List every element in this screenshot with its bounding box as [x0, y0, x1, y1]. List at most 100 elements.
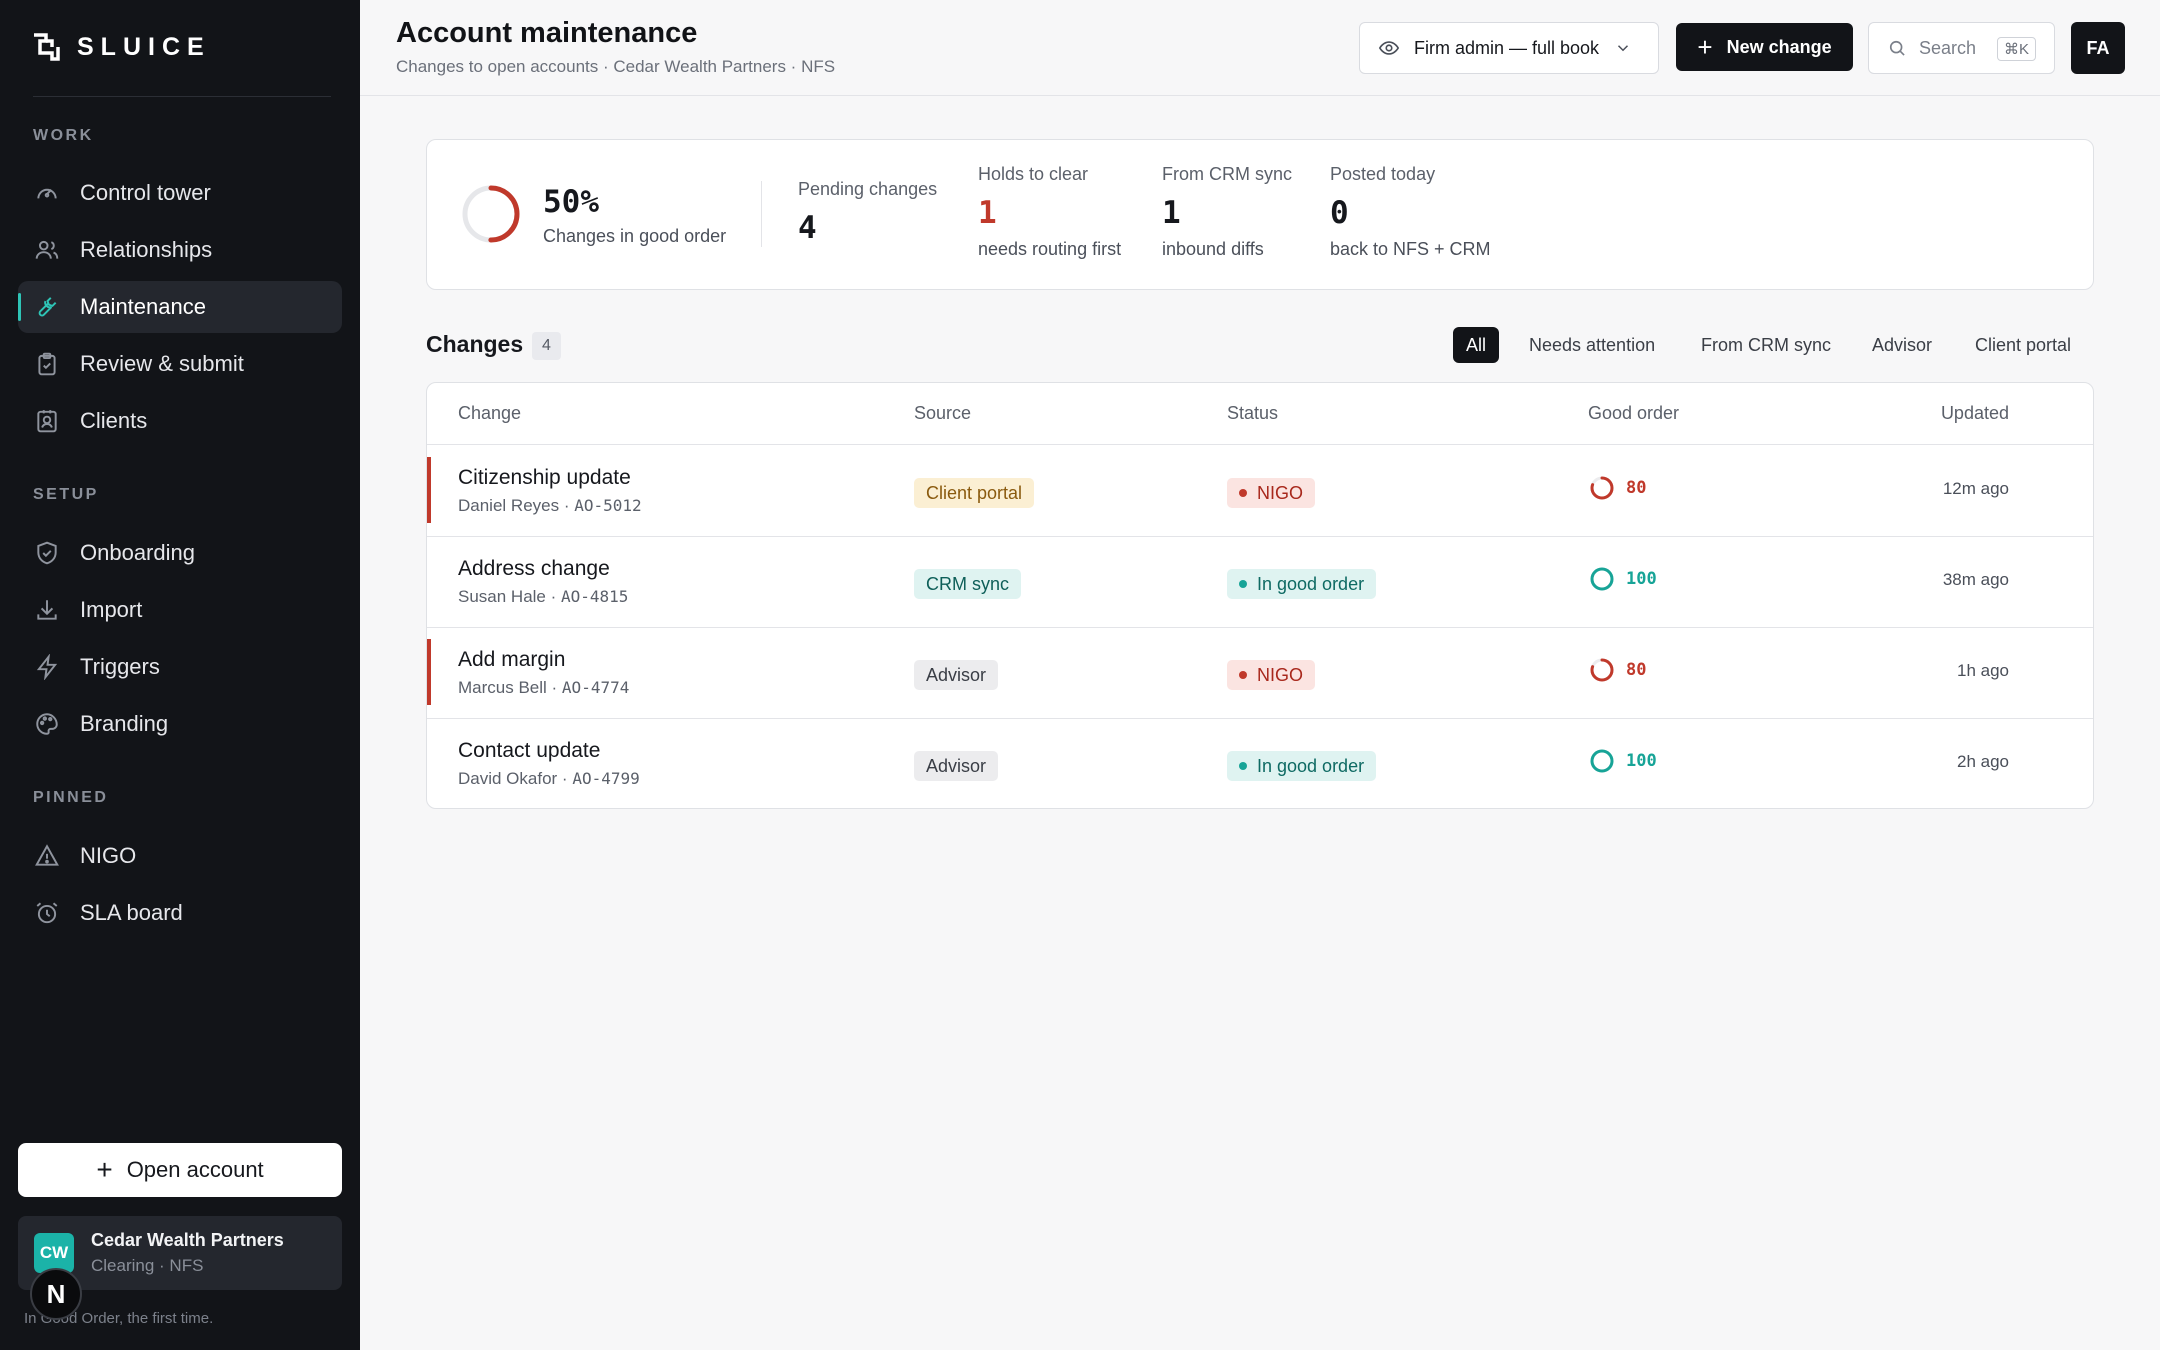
n-badge[interactable]: N [30, 1268, 82, 1320]
stat-holds-to-clear: Holds to clear 1 needs routing first [978, 164, 1121, 260]
status-badge: In good order [1227, 751, 1377, 781]
attention-flag [427, 639, 431, 705]
status-badge: NIGO [1227, 478, 1316, 508]
stat-note: back to NFS + CRM [1330, 239, 1491, 259]
section-label-setup: SETUP [33, 486, 99, 503]
brand[interactable]: SLUICE [31, 32, 211, 62]
updated-time: 38m ago [1942, 570, 2009, 589]
new-change-button[interactable]: + New change [1676, 23, 1853, 71]
changes-count-badge: 4 [532, 332, 561, 360]
updated-time: 1h ago [1957, 661, 2009, 680]
stat-value: 0 [1330, 195, 1349, 231]
table-row[interactable]: Citizenship update Daniel Reyes · AO-5012… [427, 445, 2093, 537]
updated-time: 2h ago [1957, 752, 2009, 771]
table-row[interactable]: Address change Susan Hale · AO-4815 CRM sy… [427, 536, 2093, 628]
column-header-good-order[interactable]: Good order [1588, 403, 1679, 424]
good-order-gauge [462, 185, 520, 243]
column-header-updated[interactable]: Updated [1941, 403, 2009, 424]
page-title: Account maintenance [396, 17, 698, 49]
table-row[interactable]: Contact update David Okafor · AO-4799 Advi… [427, 718, 2093, 808]
stat-label: Posted today [1330, 164, 1436, 184]
status-dot [1239, 580, 1247, 588]
section-label-pinned: PINNED [33, 789, 109, 806]
sidebar-item-import[interactable]: Import [18, 584, 342, 636]
stat-label: Pending changes [798, 179, 938, 199]
account-id: AO-4815 [561, 587, 629, 606]
sidebar-item-sla-board[interactable]: SLA board [18, 887, 342, 939]
shield-check-icon [34, 540, 60, 566]
score-ring-icon [1590, 567, 1614, 591]
change-title[interactable]: Address change [458, 557, 610, 581]
view-selector[interactable]: Firm admin — full book [1359, 22, 1659, 74]
column-header-change[interactable]: Change [458, 403, 521, 424]
filter-from-crm-sync[interactable]: From CRM sync [1688, 327, 1844, 363]
client-name: Marcus Bell [458, 678, 547, 697]
filter-client-portal[interactable]: Client portal [1962, 327, 2084, 363]
stat-note: needs routing first [978, 239, 1122, 259]
org-avatar: CW [34, 1233, 74, 1273]
palette-icon [34, 711, 60, 737]
sidebar-item-nigo[interactable]: NIGO [18, 830, 342, 882]
sidebar-item-maintenance[interactable]: Maintenance [18, 281, 342, 333]
separator: · [546, 678, 562, 697]
good-order-score: 100 [1588, 747, 1657, 775]
updated-time: 12m ago [1942, 479, 2009, 498]
status-dot [1239, 671, 1247, 679]
client-name: Daniel Reyes [458, 496, 560, 515]
filter-needs-attention[interactable]: Needs attention [1516, 327, 1668, 363]
filter-advisor[interactable]: Advisor [1859, 327, 1945, 363]
sidebar-item-review-submit[interactable]: Review & submit [18, 338, 342, 390]
brand-name: SLUICE [77, 32, 211, 61]
client-name: Susan Hale [458, 587, 546, 606]
sidebar-item-label: Control tower [80, 180, 211, 205]
divider [761, 181, 762, 247]
sidebar-item-label: Review & submit [80, 351, 244, 376]
user-avatar[interactable]: FA [2071, 22, 2125, 74]
sidebar-item-triggers[interactable]: Triggers [18, 641, 342, 693]
score-value: 80 [1626, 478, 1647, 498]
sidebar-item-label: Onboarding [80, 540, 195, 565]
view-selector-label: Firm admin — full book [1414, 37, 1600, 58]
stat-pending-changes: Pending changes 4 [798, 179, 937, 246]
filter-all[interactable]: All [1453, 327, 1500, 363]
warning-icon [34, 843, 60, 869]
change-meta: Marcus Bell · AO-4774 [458, 678, 629, 698]
eye-icon [1378, 37, 1400, 59]
client-name: David Okafor [458, 769, 558, 788]
open-account-button[interactable]: + Open account [18, 1143, 342, 1197]
org-name: Cedar Wealth Partners [91, 1230, 284, 1250]
sidebar-item-control-tower[interactable]: Control tower [18, 167, 342, 219]
status-label: NIGO [1257, 482, 1304, 503]
sidebar-item-branding[interactable]: Branding [18, 698, 342, 750]
gauge-icon [34, 180, 60, 206]
stat-from-crm-sync: From CRM sync 1 inbound diffs [1162, 164, 1292, 260]
column-header-source[interactable]: Source [914, 403, 971, 424]
change-title[interactable]: Add margin [458, 648, 565, 672]
change-title[interactable]: Citizenship update [458, 466, 631, 490]
column-header-status[interactable]: Status [1227, 403, 1278, 424]
new-change-label: New change [1726, 36, 1832, 57]
stat-note: inbound diffs [1162, 239, 1264, 259]
stat-value: 1 [1162, 195, 1181, 231]
status-dot [1239, 489, 1247, 497]
changes-table: Change Source Status Good order Updated … [426, 382, 2094, 809]
change-title[interactable]: Contact update [458, 739, 600, 763]
search-label: Search [1919, 37, 1977, 58]
org-subtitle: Clearing · NFS [91, 1256, 204, 1275]
open-account-label: Open account [126, 1157, 264, 1182]
sidebar: SLUICE WORK Control tower Relationships … [0, 0, 360, 1350]
table-row[interactable]: Add margin Marcus Bell · AO-4774 Advisor NI… [427, 627, 2093, 719]
score-ring-icon [1590, 749, 1614, 773]
score-ring-icon [1590, 476, 1614, 500]
source-badge: Advisor [914, 660, 999, 690]
separator: · [557, 769, 573, 788]
score-value: 80 [1626, 660, 1647, 680]
search-button[interactable]: Search ⌘K [1868, 22, 2055, 74]
score-value: 100 [1626, 569, 1657, 589]
stat-value: 4 [798, 210, 817, 246]
status-label: In good order [1257, 755, 1365, 776]
search-icon [1887, 38, 1907, 58]
sidebar-item-relationships[interactable]: Relationships [18, 224, 342, 276]
sidebar-item-clients[interactable]: Clients [18, 395, 342, 447]
sidebar-item-onboarding[interactable]: Onboarding [18, 527, 342, 579]
